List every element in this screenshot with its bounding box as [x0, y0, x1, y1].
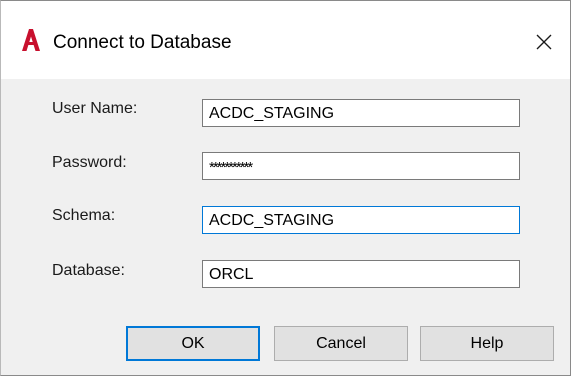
password-field[interactable] [202, 152, 520, 180]
autocad-a-icon [22, 29, 40, 51]
title-bar: Connect to Database [1, 1, 570, 79]
schema-field[interactable] [202, 206, 520, 234]
ok-button[interactable]: OK [126, 326, 260, 361]
username-field[interactable] [202, 99, 520, 127]
dialog-title: Connect to Database [53, 32, 232, 53]
password-label: Password: [52, 154, 127, 171]
connect-dialog: Connect to Database User Name: Password:… [0, 0, 571, 376]
schema-label: Schema: [52, 207, 116, 224]
close-icon[interactable] [528, 27, 560, 57]
database-label: Database: [52, 262, 125, 279]
help-button[interactable]: Help [420, 326, 554, 361]
cancel-button[interactable]: Cancel [274, 326, 408, 361]
username-label: User Name: [52, 100, 138, 117]
database-field[interactable] [202, 260, 520, 288]
